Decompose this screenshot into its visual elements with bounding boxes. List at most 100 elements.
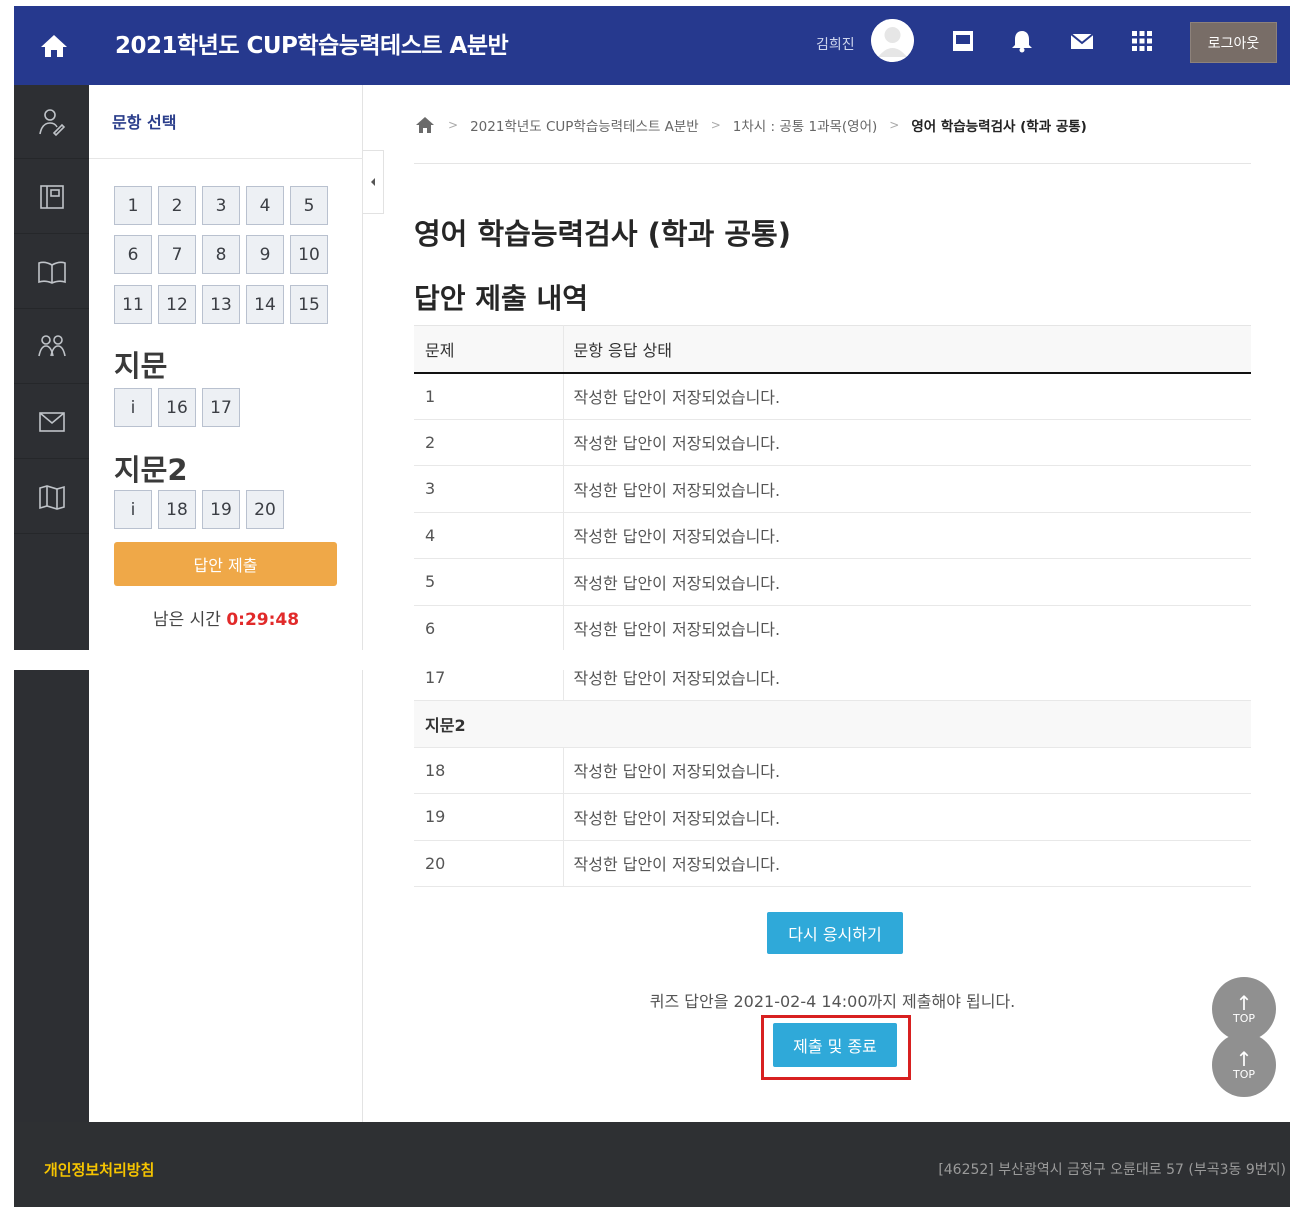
- submit-and-finish-button[interactable]: 제출 및 종료: [773, 1023, 897, 1067]
- group-icon: [37, 334, 66, 356]
- question-button[interactable]: 18: [158, 490, 196, 529]
- table-row: 1 작성한 답안이 저장되었습니다.: [414, 372, 1251, 420]
- question-button[interactable]: 14: [246, 285, 284, 324]
- question-button[interactable]: 2: [158, 186, 196, 225]
- table-row: 2 작성한 답안이 저장되었습니다.: [414, 419, 1251, 466]
- arrow-up-icon: ↑: [1235, 1046, 1253, 1071]
- calendar-icon[interactable]: [950, 28, 976, 54]
- question-button[interactable]: 12: [158, 285, 196, 324]
- question-number: 6: [414, 605, 564, 650]
- page-title: 영어 학습능력검사 (학과 공통): [414, 217, 791, 251]
- table-row: 18 작성한 답안이 저장되었습니다.: [414, 747, 1251, 794]
- question-button[interactable]: 6: [114, 235, 152, 274]
- caret-left-icon: [371, 178, 375, 186]
- question-button[interactable]: 15: [290, 285, 328, 324]
- rail-item-map[interactable]: [14, 460, 89, 534]
- home-icon[interactable]: [34, 26, 74, 66]
- open-book-icon: [37, 261, 66, 284]
- question-button[interactable]: 19: [202, 490, 240, 529]
- privacy-policy-link[interactable]: 개인정보처리방침: [44, 1159, 154, 1180]
- rail-item-community[interactable]: [14, 310, 89, 384]
- notebook-icon: [39, 184, 64, 209]
- chevron-right-icon: >: [448, 118, 459, 132]
- breadcrumb: > 2021학년도 CUP학습능력테스트 A분반 > 1차시 : 공통 1과목(…: [414, 113, 1087, 137]
- question-number: 4: [414, 512, 564, 559]
- response-status: 작성한 답안이 저장되었습니다.: [563, 419, 1251, 466]
- breadcrumb-session[interactable]: 1차시 : 공통 1과목(영어): [733, 115, 878, 135]
- response-status: 작성한 답안이 저장되었습니다.: [563, 465, 1251, 513]
- question-button[interactable]: 16: [158, 388, 196, 427]
- question-button[interactable]: 8: [202, 235, 240, 274]
- table-row: 17 작성한 답안이 저장되었습니다.: [414, 670, 1251, 701]
- question-number: 5: [414, 558, 564, 606]
- table-row: 3 작성한 답안이 저장되었습니다.: [414, 465, 1251, 513]
- retake-button[interactable]: 다시 응시하기: [767, 912, 903, 954]
- submit-answer-button[interactable]: 답안 제출: [114, 542, 337, 586]
- rail-item-profile[interactable]: [14, 85, 89, 159]
- logout-button[interactable]: 로그아웃: [1190, 22, 1277, 63]
- rail-item-courses[interactable]: [14, 160, 89, 234]
- question-selection-panel: 문항 선택 1 2 3 4 5 6 7 8 9 10 11 12 13 14 1…: [89, 85, 363, 650]
- table-row: 20 작성한 답안이 저장되었습니다.: [414, 840, 1251, 887]
- passage-section-label: 지문: [114, 349, 168, 383]
- page: 2021학년도 CUP학습능력테스트 A분반 김희진 로그아웃 문항 선택 1 …: [0, 0, 1291, 1207]
- question-button[interactable]: 10: [290, 235, 328, 274]
- apps-grid-icon[interactable]: [1129, 28, 1155, 54]
- group-label: 지문2: [414, 700, 1251, 748]
- response-table: 문제 문항 응답 상태 1 작성한 답안이 저장되었습니다. 2 작성한 답안이 저…: [414, 325, 1251, 650]
- response-table-continued: 17 작성한 답안이 저장되었습니다. 지문2 18 작성한 답안이 저장되었습니다…: [414, 670, 1251, 887]
- table-row: 5 작성한 답안이 저장되었습니다.: [414, 558, 1251, 606]
- rail-item-messages[interactable]: [14, 385, 89, 459]
- question-number: 18: [414, 747, 564, 794]
- question-button[interactable]: 7: [158, 235, 196, 274]
- user-name[interactable]: 김희진: [816, 34, 855, 54]
- table-header-row: 문제 문항 응답 상태: [414, 325, 1251, 374]
- remaining-time-value: 0:29:48: [226, 610, 300, 630]
- question-number: 2: [414, 419, 564, 466]
- divider: [414, 163, 1251, 164]
- question-panel-title: 문항 선택: [112, 113, 177, 132]
- mail-icon: [38, 411, 65, 432]
- left-icon-rail: [14, 670, 89, 1122]
- collapse-panel-toggle[interactable]: [363, 150, 384, 214]
- remaining-time: 남은 시간 0:29:48: [89, 605, 363, 630]
- bell-icon[interactable]: [1009, 28, 1035, 54]
- scroll-to-top-button[interactable]: ↑ TOP: [1212, 977, 1276, 1041]
- question-button[interactable]: 9: [246, 235, 284, 274]
- chevron-right-icon: >: [889, 118, 900, 132]
- divider: [89, 158, 363, 159]
- mail-icon[interactable]: [1069, 28, 1095, 54]
- passage-info-button[interactable]: i: [114, 490, 152, 529]
- column-header-question: 문제: [414, 325, 564, 374]
- question-number: 20: [414, 840, 564, 887]
- response-status: 작성한 답안이 저장되었습니다.: [563, 793, 1251, 841]
- question-button[interactable]: 11: [114, 285, 152, 324]
- question-selection-panel: [89, 670, 363, 1122]
- table-row: 19 작성한 답안이 저장되었습니다.: [414, 793, 1251, 841]
- response-status: 작성한 답안이 저장되었습니다.: [563, 605, 1251, 650]
- home-icon[interactable]: [414, 115, 436, 135]
- table-row: 6 작성한 답안이 저장되었습니다.: [414, 605, 1251, 650]
- rail-item-library[interactable]: [14, 235, 89, 309]
- scroll-to-top-button[interactable]: ↑ TOP: [1212, 1033, 1276, 1097]
- app-title[interactable]: 2021학년도 CUP학습능력테스트 A분반: [115, 26, 509, 60]
- question-button[interactable]: 4: [246, 186, 284, 225]
- column-header-status: 문항 응답 상태: [563, 325, 1251, 374]
- chevron-right-icon: >: [710, 118, 721, 132]
- avatar[interactable]: [871, 19, 914, 62]
- passage-info-button[interactable]: i: [114, 388, 152, 427]
- question-button[interactable]: 20: [246, 490, 284, 529]
- question-button[interactable]: 17: [202, 388, 240, 427]
- response-status: 작성한 답안이 저장되었습니다.: [563, 372, 1251, 420]
- footer: 개인정보처리방침 [46252] 부산광역시 금정구 오륜대로 57 (부곡3동…: [14, 1122, 1290, 1207]
- top-label: TOP: [1232, 1067, 1255, 1081]
- question-button[interactable]: 13: [202, 285, 240, 324]
- footer-address: [46252] 부산광역시 금정구 오륜대로 57 (부곡3동 9번지): [938, 1162, 1286, 1178]
- question-button[interactable]: 1: [114, 186, 152, 225]
- arrow-up-icon: ↑: [1235, 990, 1253, 1015]
- breadcrumb-course[interactable]: 2021학년도 CUP학습능력테스트 A분반: [470, 115, 699, 135]
- question-button[interactable]: 3: [202, 186, 240, 225]
- response-status: 작성한 답안이 저장되었습니다.: [563, 512, 1251, 559]
- question-number: 19: [414, 793, 564, 841]
- question-button[interactable]: 5: [290, 186, 328, 225]
